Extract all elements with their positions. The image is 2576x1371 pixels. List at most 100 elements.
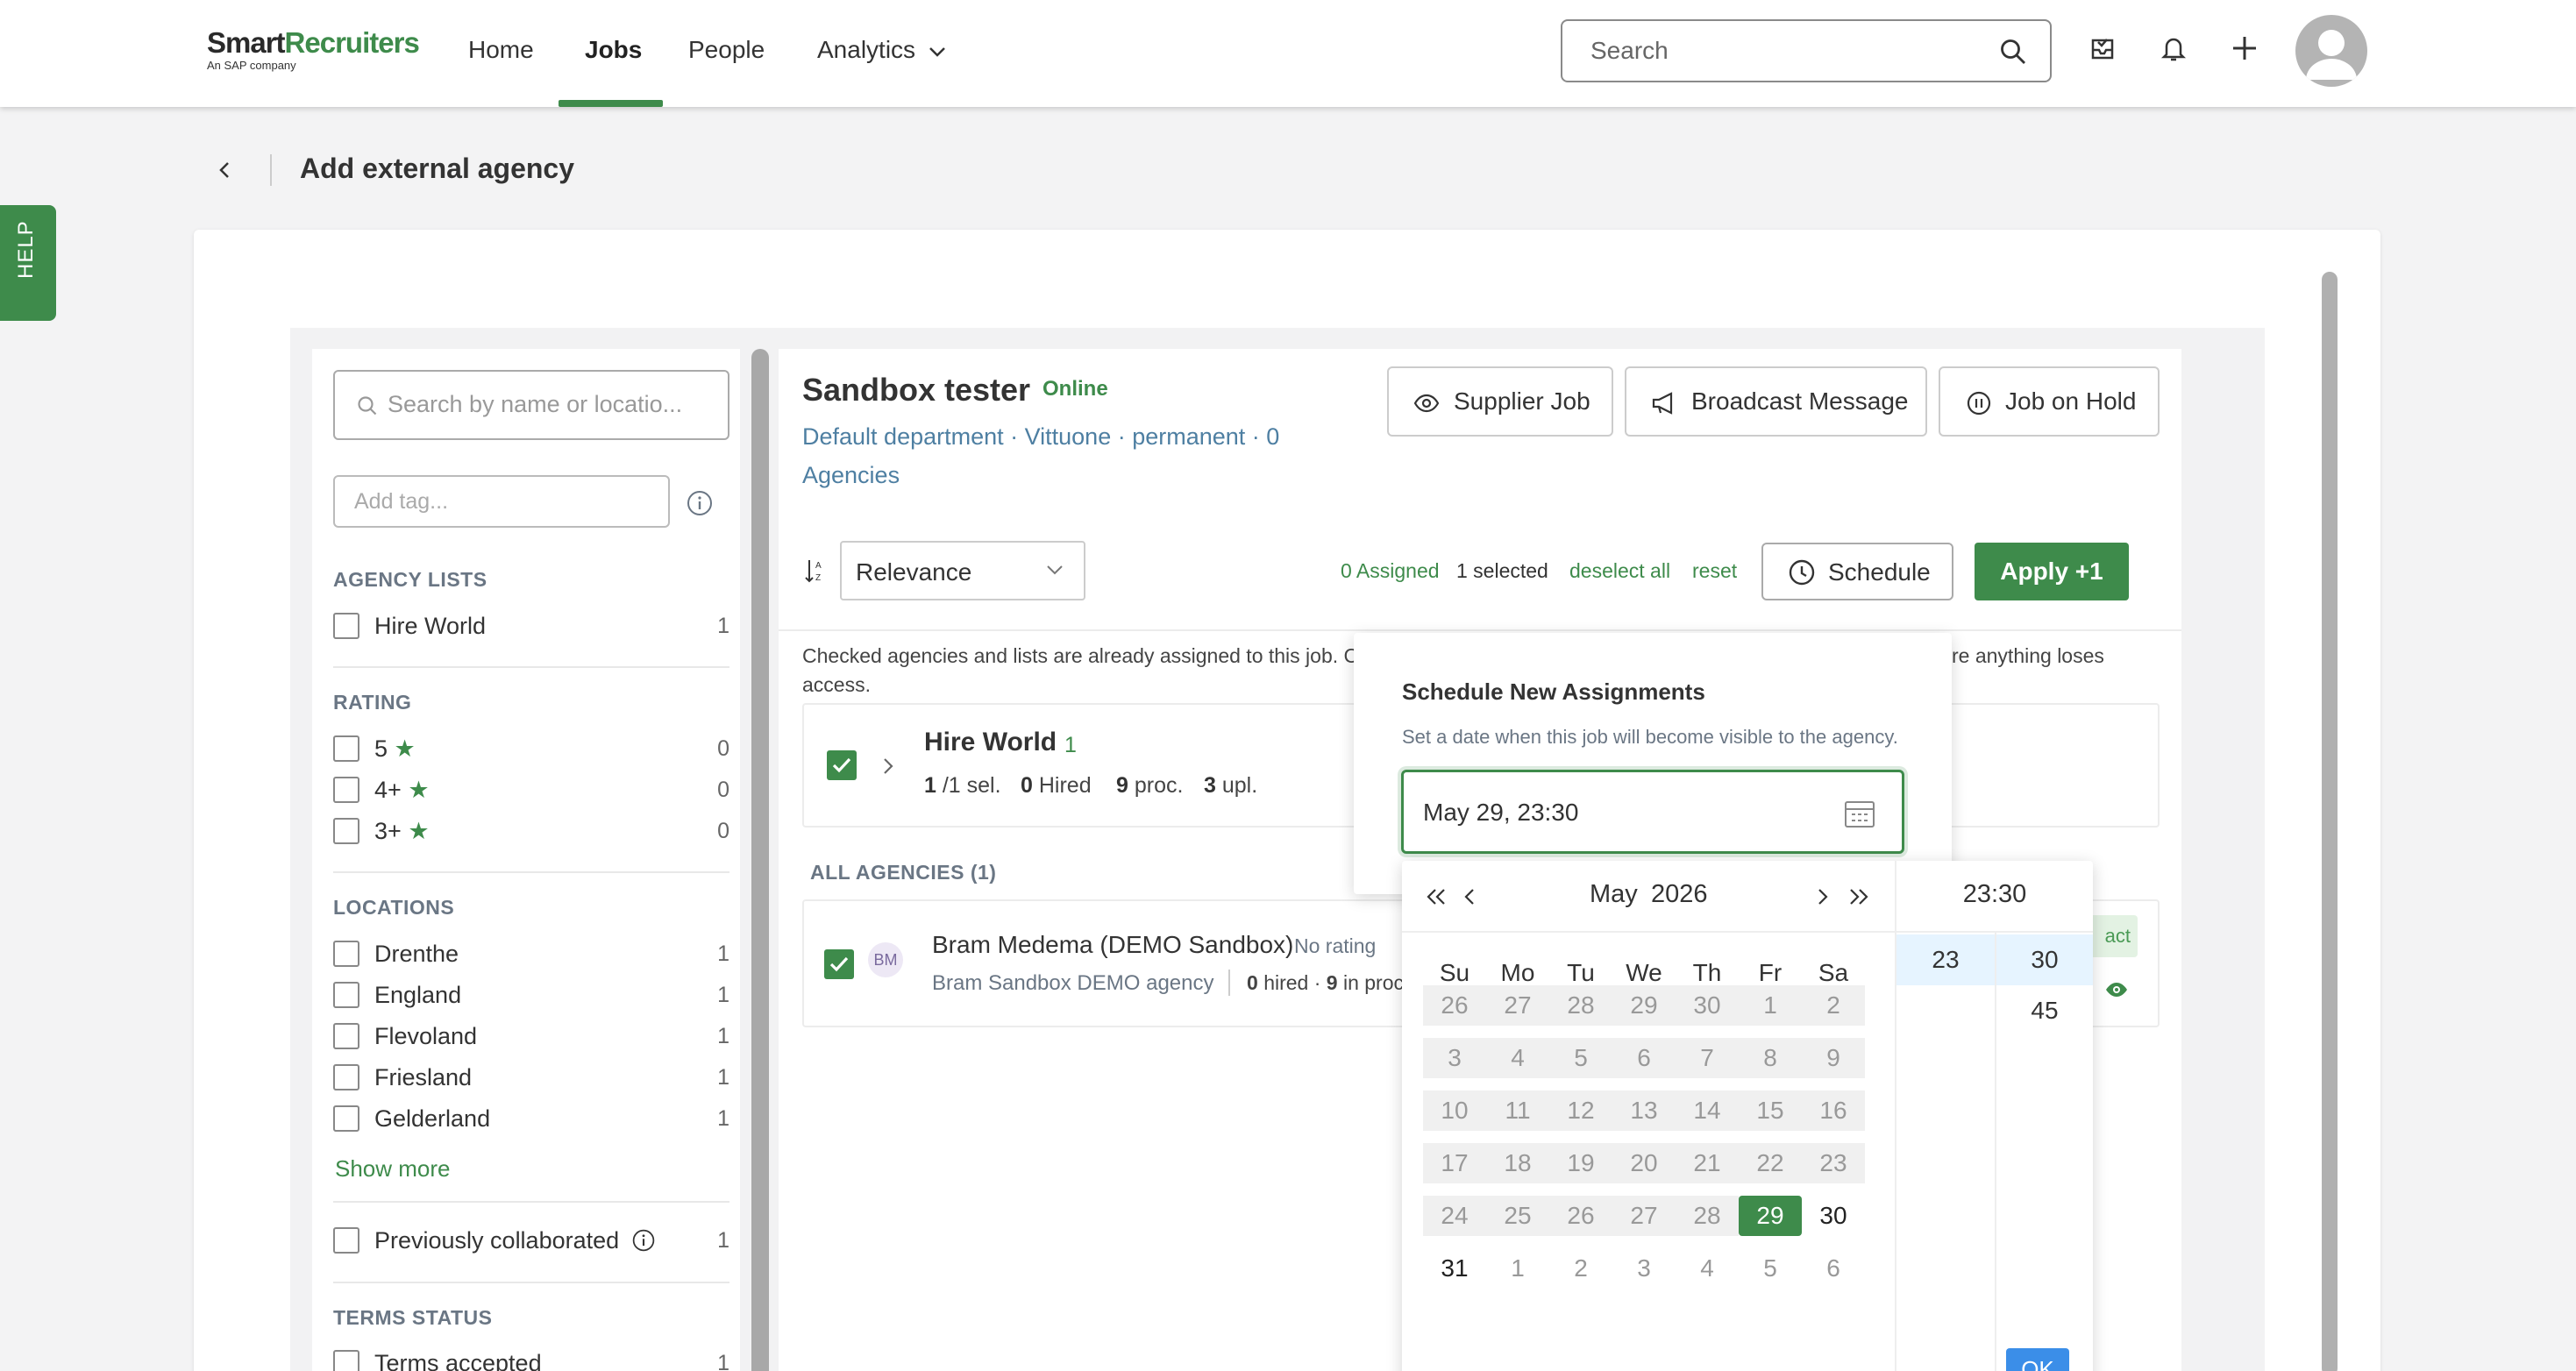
filter-terms-accepted[interactable]: Terms accepted 1 xyxy=(333,1350,729,1371)
megaphone-icon xyxy=(1652,392,1673,415)
agency-list-name[interactable]: Hire World xyxy=(924,728,1057,757)
logo-text-b: Recruiters xyxy=(284,26,420,59)
checkmark-icon xyxy=(832,757,851,773)
nav-jobs[interactable]: Jobs xyxy=(585,35,642,65)
calendar-day: 1 xyxy=(1511,1254,1525,1282)
checkbox[interactable] xyxy=(333,818,359,844)
sort-select[interactable]: Relevance xyxy=(840,541,1085,600)
logo-subtitle: An SAP company xyxy=(207,59,296,72)
ok-button[interactable]: OK xyxy=(2006,1348,2069,1371)
agency-company[interactable]: Bram Sandbox DEMO agency xyxy=(932,971,1213,996)
prev-year-icon[interactable] xyxy=(1425,887,1449,906)
hour-option[interactable]: 23 xyxy=(1896,934,1995,985)
filter-rating-4plus[interactable]: 4+ ★ 0 xyxy=(333,777,729,806)
filter-count: 0 xyxy=(717,819,729,843)
user-avatar[interactable] xyxy=(2295,15,2367,87)
broadcast-message-button[interactable]: Broadcast Message xyxy=(1625,366,1927,437)
checkbox[interactable] xyxy=(333,1064,359,1090)
terms-status-header: TERMS STATUS xyxy=(333,1306,493,1329)
schedule-button[interactable]: Schedule xyxy=(1761,543,1953,600)
filter-location-drenthe[interactable]: Drenthe 1 xyxy=(333,941,729,970)
filter-location-gelderland[interactable]: Gelderland 1 xyxy=(333,1105,729,1135)
inbox-check-icon[interactable] xyxy=(2089,33,2117,63)
filter-count: 1 xyxy=(717,983,729,1007)
filter-count: 1 xyxy=(717,1228,729,1253)
schedule-date-input[interactable]: May 29, 23:30 xyxy=(1401,770,1904,854)
filter-scrollbar[interactable] xyxy=(751,349,769,1371)
apply-button[interactable]: Apply +1 xyxy=(1975,543,2129,600)
tag-input[interactable]: Add tag... xyxy=(333,475,670,528)
agency-checkbox[interactable] xyxy=(824,949,854,979)
info-icon[interactable] xyxy=(631,1228,656,1253)
calendar-day: 28 xyxy=(1676,1196,1739,1236)
picker-month[interactable]: May xyxy=(1590,880,1638,909)
checkbox[interactable] xyxy=(333,1023,359,1049)
checkbox[interactable] xyxy=(333,982,359,1008)
checkbox[interactable] xyxy=(333,735,359,762)
minute-option[interactable]: 45 xyxy=(1996,985,2093,1036)
reset-link[interactable]: reset xyxy=(1692,559,1737,583)
filter-rating-3plus[interactable]: 3+ ★ 0 xyxy=(333,818,729,848)
job-status-badge: Online xyxy=(1042,377,1108,401)
nav-home[interactable]: Home xyxy=(468,35,534,65)
calendar-icon[interactable] xyxy=(1844,799,1875,828)
global-search-input[interactable]: Search xyxy=(1561,19,2052,82)
picker-year[interactable]: 2026 xyxy=(1651,880,1708,909)
nav-people[interactable]: People xyxy=(688,35,765,65)
header-divider xyxy=(270,154,272,186)
card-scrollbar[interactable] xyxy=(2322,272,2338,1371)
info-icon[interactable] xyxy=(686,489,714,517)
plus-icon[interactable] xyxy=(2230,33,2259,63)
hire-world-checkbox[interactable] xyxy=(827,750,857,780)
filter-previously-collaborated[interactable]: Previously collaborated 1 xyxy=(333,1227,729,1257)
job-on-hold-button[interactable]: Job on Hold xyxy=(1939,366,2160,437)
sort-icon[interactable]: AZ xyxy=(804,558,825,584)
calendar-day: 21 xyxy=(1676,1143,1739,1183)
calendar-day: 10 xyxy=(1423,1090,1486,1131)
next-month-icon[interactable] xyxy=(1815,887,1829,906)
checkbox[interactable] xyxy=(333,1227,359,1254)
calendar-day[interactable]: 31 xyxy=(1423,1248,1486,1289)
smartrecruiters-logo[interactable]: SmartRecruiters An SAP company xyxy=(207,26,420,72)
next-year-icon[interactable] xyxy=(1846,887,1870,906)
back-arrow-icon[interactable] xyxy=(216,158,233,182)
filter-location-england[interactable]: England 1 xyxy=(333,982,729,1012)
filter-count: 1 xyxy=(717,1024,729,1048)
agency-name[interactable]: Bram Medema (DEMO Sandbox) xyxy=(932,931,1293,959)
deselect-all-link[interactable]: deselect all xyxy=(1569,559,1670,583)
calendar-day: 27 xyxy=(1612,1196,1676,1236)
chevron-down-icon xyxy=(929,47,945,57)
rating-header: RATING xyxy=(333,691,412,714)
filter-rating-5[interactable]: 5 ★ 0 xyxy=(333,735,729,765)
agency-lists-header: AGENCY LISTS xyxy=(333,568,487,591)
nav-analytics[interactable]: Analytics xyxy=(817,35,947,65)
show-more-link[interactable]: Show more xyxy=(335,1155,451,1183)
checkbox[interactable] xyxy=(333,941,359,967)
calendar-day-selected[interactable]: 29 xyxy=(1739,1196,1802,1236)
minute-option[interactable]: 30 xyxy=(1996,934,2093,985)
filter-label: Hire World xyxy=(374,613,487,639)
calendar-day: 28 xyxy=(1549,985,1612,1026)
calendar-day: 5 xyxy=(1549,1038,1612,1078)
bell-icon[interactable] xyxy=(2160,33,2188,63)
help-tab[interactable]: HELP xyxy=(0,205,56,321)
chevron-right-icon[interactable] xyxy=(881,756,895,777)
checkbox[interactable] xyxy=(333,1350,359,1371)
checkbox[interactable] xyxy=(333,1105,359,1132)
calendar-day: 16 xyxy=(1802,1090,1865,1131)
calendar-day[interactable]: 30 xyxy=(1802,1196,1865,1236)
svg-text:Z: Z xyxy=(815,573,821,583)
supplier-job-button[interactable]: Supplier Job xyxy=(1387,366,1613,437)
chevron-down-icon xyxy=(1047,565,1063,575)
filter-location-friesland[interactable]: Friesland 1 xyxy=(333,1064,729,1094)
schedule-date-value: May 29, 23:30 xyxy=(1423,799,1579,826)
eye-icon[interactable] xyxy=(2104,980,2129,999)
filter-location-flevoland[interactable]: Flevoland 1 xyxy=(333,1023,729,1053)
help-label: HELP xyxy=(14,220,38,279)
checkbox[interactable] xyxy=(333,613,359,639)
filter-hire-world[interactable]: Hire World 1 xyxy=(333,613,729,643)
checkbox[interactable] xyxy=(333,777,359,803)
agency-search-input[interactable]: Search by name or locatio... xyxy=(333,370,729,440)
prev-month-icon[interactable] xyxy=(1463,887,1477,906)
agency-list-size: 1 xyxy=(1064,733,1077,757)
